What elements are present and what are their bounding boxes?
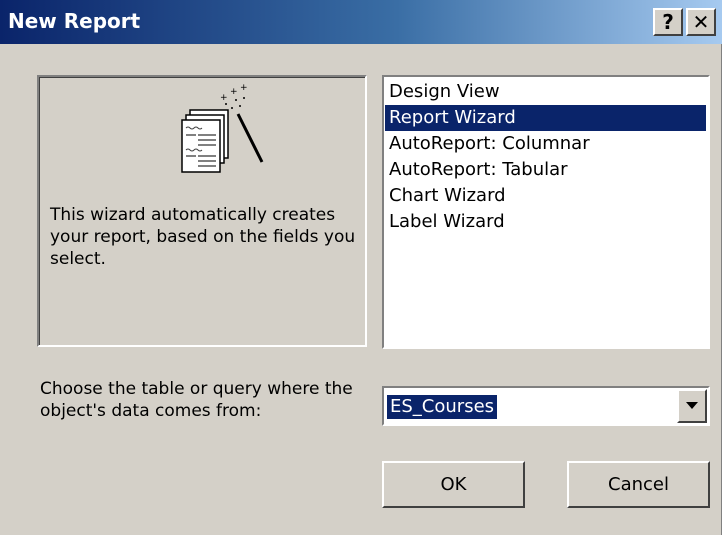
preview-frame: + + + This wizard automatically creates …: [39, 77, 365, 345]
cancel-button[interactable]: Cancel: [567, 461, 710, 508]
close-button[interactable]: ✕: [686, 8, 716, 36]
report-wizard-icon: + + +: [181, 84, 264, 173]
title-bar[interactable]: New Report ? ✕: [0, 0, 722, 44]
window-title: New Report: [8, 9, 141, 33]
dropdown-button[interactable]: [677, 389, 707, 423]
data-source-value[interactable]: ES_Courses: [387, 395, 498, 419]
list-item[interactable]: Chart Wizard: [385, 183, 706, 209]
svg-text:+: +: [220, 93, 228, 103]
svg-text:+: +: [240, 84, 248, 93]
new-report-dialog: New Report ? ✕ + + + This wizard automat…: [0, 0, 722, 535]
list-item[interactable]: AutoReport: Columnar: [385, 131, 706, 157]
data-source-combo[interactable]: ES_Courses: [382, 386, 710, 426]
ok-button[interactable]: OK: [382, 461, 525, 508]
list-item[interactable]: Design View: [385, 79, 706, 105]
svg-text:+: +: [230, 87, 238, 97]
close-icon: ✕: [692, 10, 710, 34]
list-item[interactable]: AutoReport: Tabular: [385, 157, 706, 183]
report-type-list[interactable]: Design View Report Wizard AutoReport: Colu…: [382, 75, 710, 349]
data-source-label: Choose the table or query where the obje…: [40, 379, 353, 421]
list-item[interactable]: Report Wizard: [385, 105, 706, 131]
list-item[interactable]: Label Wizard: [385, 209, 706, 235]
wizard-description: This wizard automatically creates your r…: [50, 205, 356, 269]
help-button[interactable]: ?: [653, 8, 683, 36]
report-type-items: Design View Report Wizard AutoReport: Colu…: [384, 79, 708, 235]
wizard-preview-panel: + + + This wizard automatically creates …: [37, 75, 367, 347]
chevron-down-icon: [686, 402, 698, 409]
